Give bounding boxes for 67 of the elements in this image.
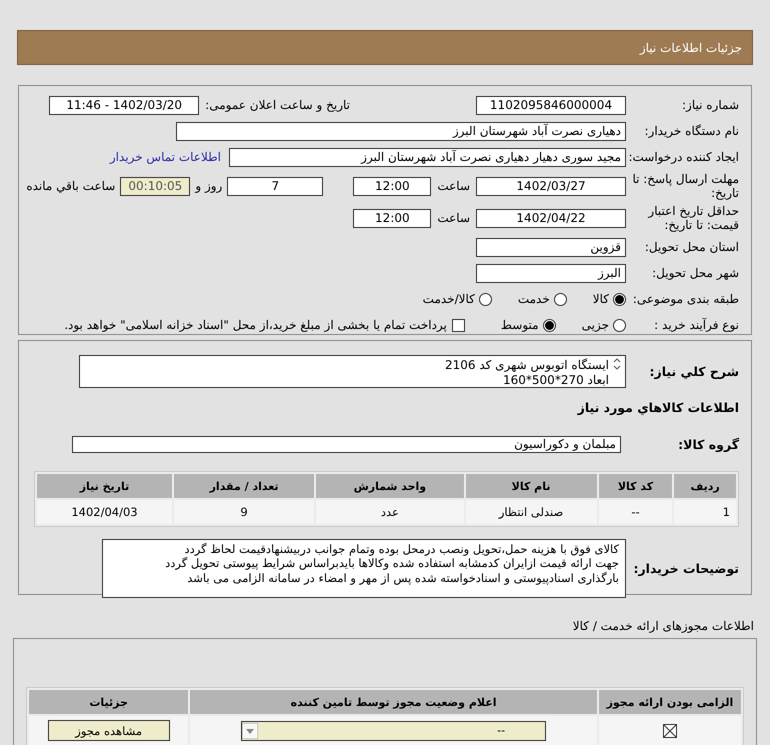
need-number-field: 1102095846000004 <box>476 96 626 114</box>
radio-label: متوسط <box>500 318 539 332</box>
column-header: تعداد / مقدار <box>174 474 314 498</box>
table-cell: 1402/04/03 <box>37 500 172 524</box>
buyer-org-field: دهیاری نصرت آباد شهرستان البرز <box>176 122 626 140</box>
field-label: شماره نیاز: <box>681 98 740 112</box>
field-label: توضیحات خریدار: <box>632 561 740 576</box>
radio-label: کالا/خدمت <box>422 292 475 306</box>
field-label: تاریخ و ساعت اعلان عمومی: <box>205 98 350 112</box>
time-field: 12:00 <box>353 208 432 228</box>
radio-button[interactable] <box>478 292 492 306</box>
date-field: 1402/03/27 <box>476 176 626 196</box>
column-header: کد کالا <box>598 474 672 498</box>
field-label: نام دستگاه خریدار: <box>644 124 740 138</box>
checkbox[interactable] <box>452 318 465 332</box>
dropdown-arrow-icon[interactable] <box>242 722 258 738</box>
table-cell: 1 <box>674 500 736 524</box>
time-field: 12:00 <box>353 176 432 196</box>
field-label: حداقل تاریخ اعتبار قیمت: تا تاریخ: <box>646 204 740 232</box>
page-title: جزئیات اطلاعات نیاز <box>640 40 742 54</box>
table-cell: صندلی انتظار <box>466 500 597 524</box>
field-label: گروه کالا: <box>677 436 740 452</box>
remaining-time-field: 00:10:05 <box>120 176 190 196</box>
radio-button[interactable] <box>542 318 556 332</box>
field-label: روز و <box>195 179 222 193</box>
checkbox-label: پرداخت تمام یا بخشی از مبلغ خرید،از محل "اسناد خزانه اسلامی" خواهد بود. <box>64 318 447 332</box>
city-field: البرز <box>476 264 626 282</box>
field-label: شرح کلي نیاز: <box>648 364 740 379</box>
field-label: ایجاد کننده درخواست: <box>627 150 740 164</box>
province-field: قزوین <box>476 238 626 256</box>
status-dropdown[interactable]: -- <box>241 720 546 740</box>
radio-button[interactable] <box>613 318 626 332</box>
field-label: طبقه بندی موضوعی: <box>632 292 740 306</box>
section-heading: اطلاعات مجوزهای ارائه خدمت / کالا <box>572 619 754 633</box>
goods-group-field: مبلمان و دکوراسیون <box>72 436 621 452</box>
column-header: تاریخ نیاز <box>37 474 172 498</box>
description-box: ایستگاه اتوبوس شهری کد 2106 ابعاد 270*500*160 <box>79 355 626 388</box>
scroll-arrows-icon[interactable] <box>613 358 621 370</box>
table-cell: عدد <box>316 500 464 524</box>
buyer-notes-box: کالای فوق با هزینه حمل،تحویل ونصب درمحل بوده وتمام جوانب دربیشنهادقیمت لحاظ گردد جهت ارائه قیمت ازایران کدمشابه استفاده شده وکالاها بایدبراساس شرایط پیوستی تحویل گردد بارگذاری اسنادپیوستی و اسنادخواسته شده پس از مهر و امضاء در سامانه الزامی می باشد <box>102 539 626 598</box>
column-header: ردیف <box>674 474 736 498</box>
view-license-button[interactable]: مشاهده مجوز <box>48 720 170 741</box>
field-label: ساعت <box>437 179 470 193</box>
announce-date-field: 1402/03/20 - 11:46 <box>49 96 200 114</box>
radio-button[interactable] <box>554 292 567 306</box>
date-field: 1402/04/22 <box>476 208 626 228</box>
field-label: استان محل تحویل: <box>644 240 740 254</box>
column-header: واحد شمارش <box>316 474 464 498</box>
radio-button[interactable] <box>613 292 626 306</box>
radio-label: کالا <box>592 292 609 306</box>
field-label: ساعت <box>437 211 470 225</box>
field-label: نوع فرآیند خرید : <box>653 318 740 332</box>
radio-label: خدمت <box>518 292 550 306</box>
table-cell: -- <box>598 500 672 524</box>
section-heading: اطلاعات كالاهاي مورد نياز <box>576 400 740 415</box>
requester-field: مجید سوری دهیار دهیاری نصرت آباد شهرستان البرز <box>229 148 626 166</box>
days-field: 7 <box>227 176 324 196</box>
column-header: جزئیات <box>29 690 188 714</box>
field-label: مهلت ارسال پاسخ: تا تاریخ: <box>631 172 740 200</box>
table-cell: 9 <box>174 500 314 524</box>
radio-label: جزیی <box>582 318 609 332</box>
column-header: اعلام وضعیت مجوز توسط تامین کننده <box>190 690 597 714</box>
buyer-contact-link[interactable]: اطلاعات تماس خریدار <box>110 150 221 164</box>
column-header: الزامی بودن ارائه مجوز <box>598 690 741 714</box>
field-label: ساعت باقي مانده <box>26 179 116 193</box>
column-header: نام کالا <box>466 474 597 498</box>
field-label: شهر محل تحویل: <box>651 266 740 280</box>
